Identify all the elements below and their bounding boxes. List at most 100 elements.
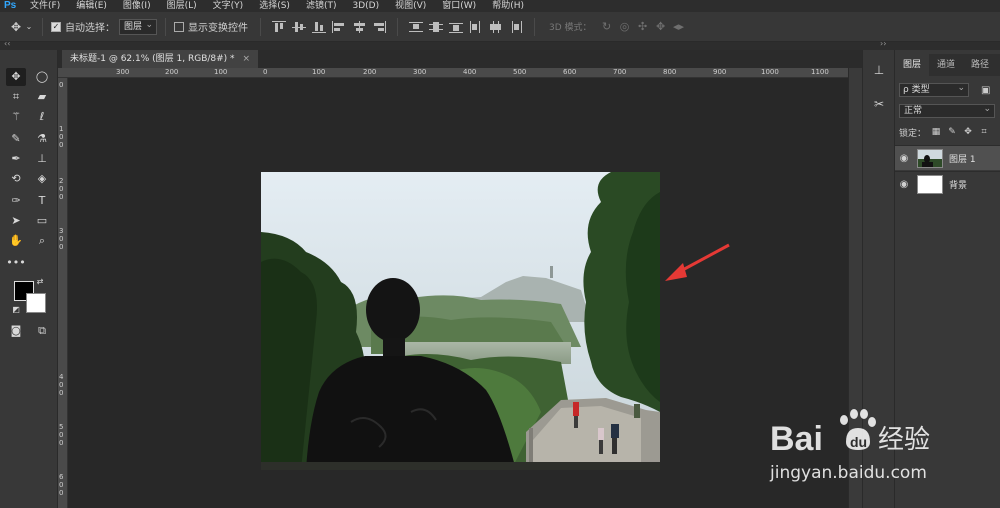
layer-name: 图层 1 <box>949 154 976 165</box>
collapse-left-icon[interactable]: ‹‹ <box>4 39 10 48</box>
tool-presets-panel-icon[interactable]: ✂ <box>869 94 889 114</box>
ruler-label: 0 <box>59 193 64 201</box>
3d-scale-icon[interactable]: ◂▸ <box>670 20 688 33</box>
align-hcenter-icon[interactable] <box>352 20 366 33</box>
image-filter-icon[interactable]: ▣ <box>981 85 990 96</box>
brush-tool-icon[interactable]: ✒ <box>6 150 26 168</box>
ruler-label: 100 <box>214 68 228 76</box>
crop-tool-icon[interactable]: ⌗ <box>6 88 26 106</box>
ruler-label: 6 <box>59 473 64 481</box>
marquee-tool-icon[interactable]: ◯ <box>32 68 52 86</box>
clone-source-panel-icon[interactable]: ⊥ <box>869 60 889 80</box>
screen-mode-icon[interactable]: ⧉ <box>32 322 52 340</box>
ruler-label: 1000 <box>761 68 779 76</box>
type-tool-icon[interactable]: T <box>32 192 52 210</box>
menu-image[interactable]: 图像(I) <box>115 0 159 12</box>
ruler-horizontal: 300 200 100 0 100 200 300 400 500 600 70… <box>58 68 848 78</box>
document-photo[interactable] <box>261 172 660 470</box>
tab-channels[interactable]: 通道 <box>929 54 963 76</box>
tab-paths[interactable]: 路径 <box>963 54 997 76</box>
hand-tool-icon[interactable]: ✋ <box>6 232 26 250</box>
paint-bucket-tool-icon[interactable]: ◈ <box>32 170 52 188</box>
lock-position-icon[interactable]: ✥ <box>962 127 974 137</box>
distribute-top-icon[interactable] <box>409 21 424 33</box>
tab-layers[interactable]: 图层 <box>895 54 930 76</box>
clone-stamp-tool-icon[interactable]: ⊥ <box>32 150 52 168</box>
distribute-left-icon[interactable] <box>469 20 483 33</box>
path-select-tool-icon[interactable]: ➤ <box>6 212 26 230</box>
layer-filter-row: ρ 类型 ▣ <box>899 82 997 98</box>
ruler-label: 0 <box>59 431 64 439</box>
swap-colors-icon[interactable]: ⇄ <box>34 276 46 288</box>
divider <box>42 17 43 36</box>
eyedropper-tool-icon[interactable]: ⚗ <box>32 130 52 148</box>
menu-help[interactable]: 帮助(H) <box>484 0 532 12</box>
3d-rotate-icon[interactable]: ↻ <box>598 20 616 33</box>
align-right-icon[interactable] <box>372 20 387 33</box>
rectangle-tool-icon[interactable]: ▭ <box>32 212 52 230</box>
ruler-label: 2 <box>59 177 64 185</box>
more-tools-icon[interactable]: ••• <box>6 254 26 272</box>
default-colors-icon[interactable]: ◩ <box>10 304 22 316</box>
menu-layer[interactable]: 图层(L) <box>159 0 205 12</box>
lasso-tool-icon[interactable]: ℓ <box>32 108 52 126</box>
lock-row: 锁定： ▦ ✎ ✥ ⌗ <box>899 125 999 139</box>
vertical-scrollbar[interactable] <box>848 68 862 508</box>
ps-logo: Ps <box>4 0 17 11</box>
menu-3d[interactable]: 3D(D) <box>344 0 387 12</box>
document-tab[interactable]: 未标题-1 @ 62.1% (图层 1, RGB/8#) * × <box>62 50 259 68</box>
menu-file[interactable]: 文件(F) <box>22 0 68 12</box>
auto-select-target-dropdown[interactable]: 图层 <box>119 18 158 35</box>
panel-dock: ⊥ ✂ <box>862 50 894 508</box>
distribute-hcenter-icon[interactable] <box>489 20 503 33</box>
menu-filter[interactable]: 滤镜(T) <box>298 0 345 12</box>
blend-mode-dropdown[interactable]: 正常 <box>899 103 995 118</box>
close-tab-icon[interactable]: × <box>243 50 251 68</box>
align-top-icon[interactable] <box>272 20 287 33</box>
distribute-bottom-icon[interactable] <box>449 21 464 33</box>
ruler-label: 200 <box>363 68 377 76</box>
menu-window[interactable]: 窗口(W) <box>434 0 484 12</box>
align-vcenter-icon[interactable] <box>292 21 307 33</box>
tool-preset-chevron-icon[interactable]: ⌄ <box>24 22 34 31</box>
canvas-area[interactable] <box>68 78 848 508</box>
quick-mask-icon[interactable]: ◙ <box>6 322 26 340</box>
show-transform-checkbox[interactable] <box>174 21 185 32</box>
eraser-tool-icon[interactable]: ▰ <box>32 88 52 106</box>
pen-tool-icon[interactable]: ✑ <box>6 192 26 210</box>
menu-type[interactable]: 文字(Y) <box>205 0 252 12</box>
layer-row-background[interactable]: ◉ 背景 <box>895 171 1000 196</box>
3d-roll-icon[interactable]: ◎ <box>616 20 634 33</box>
visibility-eye-icon[interactable]: ◉ <box>895 153 913 164</box>
move-tool-icon[interactable]: ✥ <box>8 20 24 34</box>
menu-edit[interactable]: 编辑(E) <box>68 0 115 12</box>
move-tool-icon[interactable]: ✥ <box>6 68 26 86</box>
lock-artboard-icon[interactable]: ⌗ <box>978 127 990 137</box>
collapse-right-icon[interactable]: ›› <box>880 39 886 48</box>
document-tab-title: 未标题-1 @ 62.1% (图层 1, RGB/8#) * <box>70 54 235 64</box>
layer-row-layer1[interactable]: ◉ 图层 1 <box>895 145 1000 170</box>
distribute-right-icon[interactable] <box>509 20 523 33</box>
visibility-eye-icon[interactable]: ◉ <box>895 179 913 190</box>
ruler-label: 0 <box>59 81 64 89</box>
align-left-icon[interactable] <box>332 20 346 33</box>
align-bottom-icon[interactable] <box>312 21 327 33</box>
menu-view[interactable]: 视图(V) <box>387 0 434 12</box>
lock-label: 锁定： <box>899 128 927 139</box>
layer-filter-dropdown[interactable]: ρ 类型 <box>899 82 969 97</box>
document-tab-bar: 未标题-1 @ 62.1% (图层 1, RGB/8#) * × <box>58 50 864 68</box>
history-brush-tool-icon[interactable]: ⟲ <box>6 170 26 188</box>
3d-slide-icon[interactable]: ✥ <box>652 20 670 33</box>
background-color-swatch[interactable] <box>26 293 46 313</box>
lock-transparent-icon[interactable]: ▦ <box>930 127 942 137</box>
lock-pixels-icon[interactable]: ✎ <box>946 127 958 137</box>
3d-drag-icon[interactable]: ✣ <box>634 20 652 33</box>
menu-select[interactable]: 选择(S) <box>251 0 298 12</box>
ruler-label: 0 <box>59 489 64 497</box>
panel-tabs: 图层 通道 路径 <box>895 54 1000 76</box>
zoom-tool-icon[interactable]: ⌕ <box>32 232 52 250</box>
healing-brush-tool-icon[interactable]: ✎ <box>6 130 26 148</box>
magic-wand-tool-icon[interactable]: ⚚ <box>6 108 26 126</box>
distribute-vcenter-icon[interactable] <box>429 21 444 33</box>
auto-select-checkbox[interactable]: ✓ <box>51 21 61 32</box>
